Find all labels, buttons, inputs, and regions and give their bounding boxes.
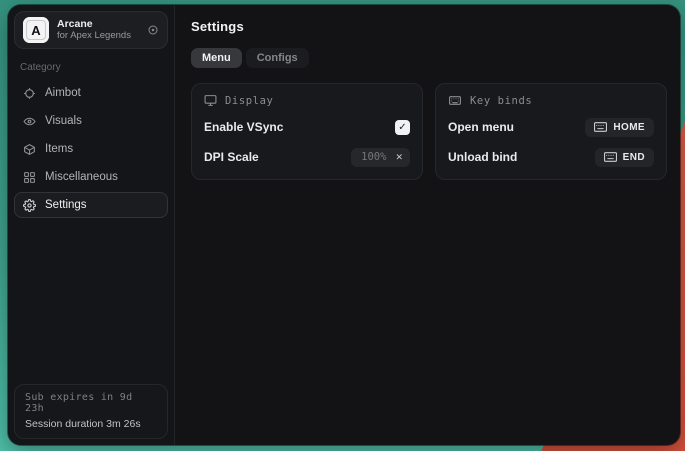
brand-card: A Arcane for Apex Legends (14, 11, 168, 49)
open-menu-keybind[interactable]: HOME (585, 118, 654, 137)
gear-icon (23, 199, 36, 212)
unload-bind-keybind[interactable]: END (595, 148, 654, 167)
display-card-title: Display (225, 95, 273, 107)
keyboard-icon (604, 152, 617, 162)
vsync-checkbox[interactable]: ✓ (395, 120, 410, 135)
sidebar-item-miscellaneous[interactable]: Miscellaneous (14, 164, 168, 190)
sidebar-item-label: Settings (45, 199, 87, 211)
grid-icon (23, 171, 36, 184)
session-duration-text: Session duration 3m 26s (25, 418, 157, 430)
enable-vsync-row: Enable VSync ✓ (204, 117, 410, 137)
sidebar-item-label: Miscellaneous (45, 171, 118, 183)
enable-vsync-label: Enable VSync (204, 120, 283, 134)
sidebar-item-items[interactable]: Items (14, 136, 168, 162)
dpi-scale-value: 100% (361, 151, 386, 163)
sidebar: A Arcane for Apex Legends Category (8, 5, 175, 445)
sidebar-item-label: Aimbot (45, 87, 81, 99)
brand-subtitle: for Apex Legends (57, 31, 131, 42)
keyboard-icon (448, 94, 462, 107)
session-info-card: Sub expires in 9d 23h Session duration 3… (14, 384, 168, 439)
keyboard-icon (594, 122, 607, 132)
settings-cards: Display Enable VSync ✓ DPI Scale 100% ✕ (191, 83, 667, 180)
keybinds-card: Key binds Open menu HOME (435, 83, 667, 180)
brand-text: Arcane for Apex Legends (57, 18, 131, 42)
sidebar-item-label: Visuals (45, 115, 82, 127)
unload-bind-label: Unload bind (448, 150, 517, 164)
sidebar-item-visuals[interactable]: Visuals (14, 108, 168, 134)
dpi-scale-label: DPI Scale (204, 150, 259, 164)
main-content: Settings Menu Configs Display (175, 5, 680, 445)
open-menu-row: Open menu HOME (448, 117, 654, 137)
open-menu-key: HOME (613, 122, 645, 133)
page-title: Settings (191, 19, 667, 34)
target-icon[interactable] (147, 24, 159, 36)
unload-bind-row: Unload bind END (448, 147, 654, 167)
monitor-icon (204, 94, 217, 107)
sidebar-item-aimbot[interactable]: Aimbot (14, 80, 168, 106)
brand-logo: A (23, 17, 49, 43)
keybinds-card-title: Key binds (470, 95, 532, 107)
tab-menu[interactable]: Menu (191, 48, 242, 68)
box-icon (23, 143, 36, 156)
sidebar-item-settings[interactable]: Settings (14, 192, 168, 218)
category-nav: Aimbot Visuals Items (14, 80, 168, 218)
brand-title: Arcane (57, 18, 131, 30)
open-menu-label: Open menu (448, 120, 514, 134)
sidebar-item-label: Items (45, 143, 73, 155)
tab-configs[interactable]: Configs (246, 48, 309, 68)
unload-bind-key: END (623, 152, 645, 163)
crosshair-icon (23, 87, 36, 100)
eye-icon (23, 115, 36, 128)
category-label: Category (20, 62, 162, 73)
display-card: Display Enable VSync ✓ DPI Scale 100% ✕ (191, 83, 423, 180)
dpi-scale-row: DPI Scale 100% ✕ (204, 147, 410, 167)
display-card-header: Display (204, 94, 410, 107)
tab-bar: Menu Configs (191, 48, 667, 68)
sub-expires-text: Sub expires in 9d 23h (25, 392, 157, 414)
app-window: A Arcane for Apex Legends Category (8, 5, 680, 445)
keybinds-card-header: Key binds (448, 94, 654, 107)
close-icon[interactable]: ✕ (395, 152, 403, 163)
dpi-scale-input[interactable]: 100% ✕ (351, 148, 410, 167)
